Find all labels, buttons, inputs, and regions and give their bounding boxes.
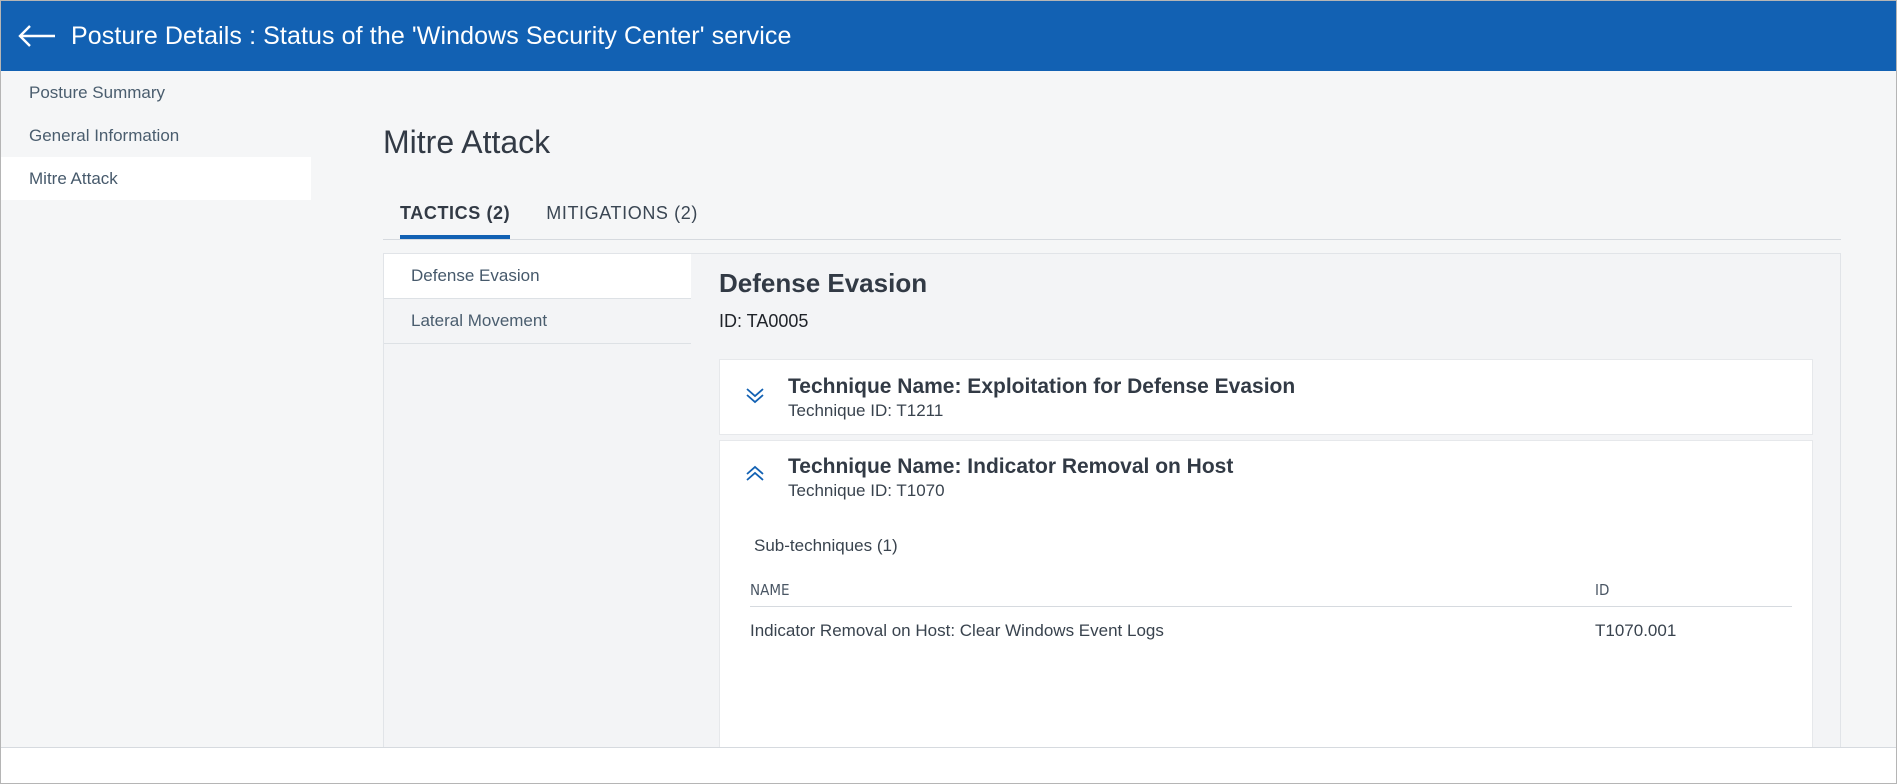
chevron-double-up-icon — [746, 465, 764, 481]
sub-techniques-table: NAME ID Indicator Removal on Host: Clear… — [750, 571, 1792, 653]
collapse-toggle-button[interactable] — [738, 457, 772, 491]
technique-name: Technique Name: Indicator Removal on Hos… — [788, 455, 1234, 478]
technique-id: Technique ID: T1070 — [788, 481, 945, 500]
sidebar-item-posture-summary[interactable]: Posture Summary — [1, 71, 311, 114]
page-title: Mitre Attack — [383, 124, 551, 160]
back-button[interactable] — [13, 16, 61, 56]
tab-tactics[interactable]: TACTICS (2) — [400, 201, 511, 239]
header-bar: Posture Details : Status of the 'Windows… — [1, 1, 1896, 71]
tactics-panel: Defense Evasion Lateral Movement Defense… — [383, 253, 1841, 783]
sidebar-item-general-information[interactable]: General Information — [1, 114, 311, 157]
page-header-title: Posture Details : Status of the 'Windows… — [71, 21, 792, 50]
column-header-id[interactable]: ID — [1595, 581, 1609, 599]
footer-bar — [1, 747, 1896, 783]
technique-id: Technique ID: T1211 — [788, 401, 944, 420]
sub-technique-name: Indicator Removal on Host: Clear Windows… — [750, 621, 1164, 640]
sidebar-nav: Posture Summary General Information Mitr… — [1, 71, 311, 200]
arrow-left-icon — [18, 25, 55, 47]
technique-card-expanded: Technique Name: Indicator Removal on Hos… — [719, 440, 1813, 762]
tactic-title: Defense Evasion — [719, 268, 928, 298]
sub-techniques-heading: Sub-techniques (1) — [754, 536, 898, 555]
technique-card: Technique Name: Exploitation for Defense… — [719, 359, 1813, 435]
table-row: Indicator Removal on Host: Clear Windows… — [750, 607, 1792, 653]
tactic-list: Defense Evasion Lateral Movement — [384, 254, 691, 344]
tactic-id: ID: TA0005 — [719, 311, 809, 331]
column-header-name[interactable]: NAME — [750, 581, 790, 599]
table-header: NAME ID — [750, 571, 1792, 607]
technique-name: Technique Name: Exploitation for Defense… — [788, 375, 1296, 398]
sub-technique-id: T1070.001 — [1595, 621, 1677, 640]
expand-toggle-button[interactable] — [738, 378, 772, 412]
tactic-item-defense-evasion[interactable]: Defense Evasion — [384, 254, 691, 299]
tab-bar: TACTICS (2) MITIGATIONS (2) — [383, 201, 1841, 240]
tab-mitigations[interactable]: MITIGATIONS (2) — [546, 201, 698, 239]
chevron-double-down-icon — [746, 388, 764, 404]
sidebar-item-mitre-attack[interactable]: Mitre Attack — [1, 157, 311, 200]
app-window: Posture Details : Status of the 'Windows… — [0, 0, 1897, 784]
tactic-item-lateral-movement[interactable]: Lateral Movement — [384, 299, 691, 344]
